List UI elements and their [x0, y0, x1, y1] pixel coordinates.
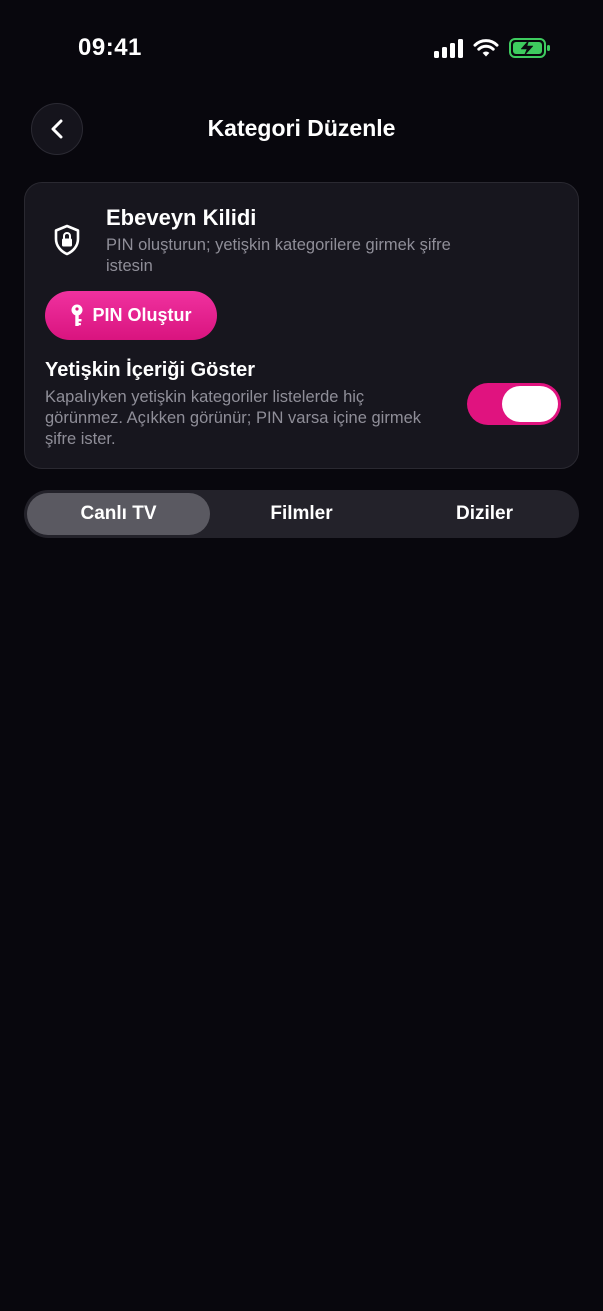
adult-content-toggle[interactable] [467, 383, 561, 425]
parental-lock-description: PIN oluşturun; yetişkin kategorilere gir… [106, 236, 451, 275]
create-pin-button[interactable]: PIN Oluştur [45, 291, 217, 340]
tab-series[interactable]: Diziler [393, 493, 576, 535]
toggle-knob [502, 386, 558, 422]
adult-content-title: Yetişkin İçeriği Göster [45, 359, 256, 381]
wifi-icon [473, 39, 499, 57]
adult-content-description: Kapalıyken yetişkin kategoriler listeler… [45, 388, 421, 448]
create-pin-label: PIN Oluştur [92, 305, 192, 325]
parental-lock-title: Ebeveyn Kilidi [106, 205, 257, 230]
battery-charging-icon [509, 38, 550, 58]
key-icon [71, 304, 83, 326]
tab-movies[interactable]: Filmler [210, 493, 393, 535]
status-bar: 09:41 [0, 0, 603, 96]
category-tabs: Canlı TV Filmler Diziler [24, 490, 579, 538]
status-icons [434, 37, 551, 59]
shield-lock-icon [54, 224, 80, 256]
tab-live-tv[interactable]: Canlı TV [27, 493, 210, 535]
status-time: 09:41 [78, 34, 142, 61]
parental-lock-card: Ebeveyn Kilidi PIN oluşturun; yetişkin k… [24, 182, 579, 469]
page-title: Kategori Düzenle [207, 115, 396, 141]
cellular-signal-icon [434, 38, 463, 58]
